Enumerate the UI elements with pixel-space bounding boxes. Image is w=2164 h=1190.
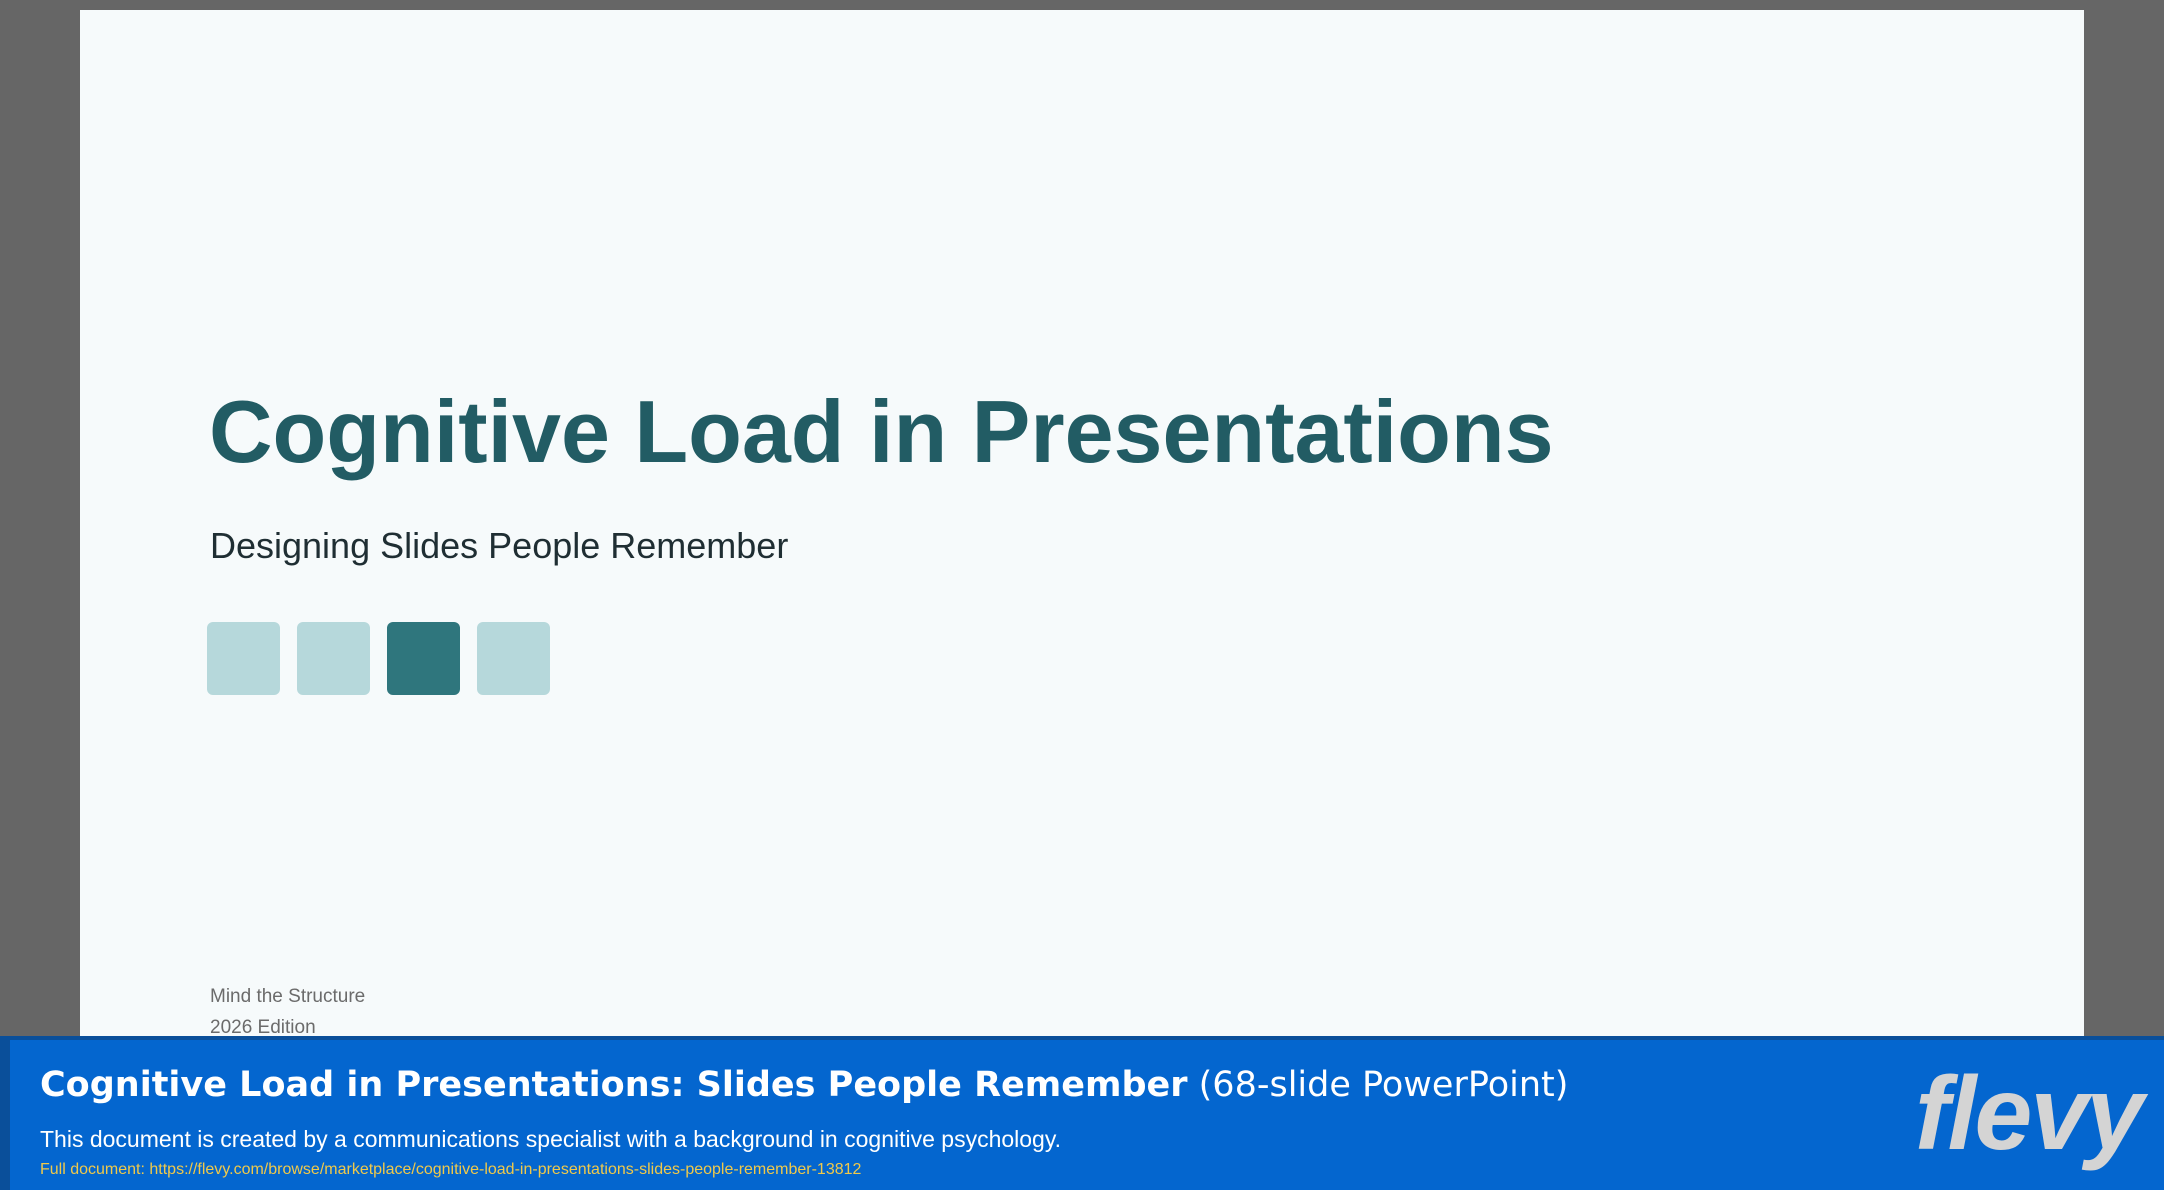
decorative-square-4	[477, 622, 550, 695]
banner-accent-edge	[0, 1040, 10, 1190]
slide-subtitle: Designing Slides People Remember	[210, 525, 789, 566]
banner-description: This document is created by a communicat…	[40, 1126, 1062, 1152]
flevy-logo[interactable]: flevy	[1915, 1062, 2144, 1166]
banner-heading: Cognitive Load in Presentations: Slides …	[40, 1064, 1568, 1106]
slide-title: Cognitive Load in Presentations	[209, 382, 1554, 481]
decorative-square-1	[207, 622, 280, 695]
document-info-banner: Cognitive Load in Presentations: Slides …	[0, 1036, 2164, 1190]
banner-slide-count: (68-slide PowerPoint)	[1198, 1065, 1569, 1105]
decorative-square-2	[297, 622, 370, 695]
banner-title: Cognitive Load in Presentations: Slides …	[40, 1065, 1188, 1105]
full-document-link[interactable]: Full document: https://flevy.com/browse/…	[40, 1161, 861, 1179]
slide-canvas: Cognitive Load in Presentations Designin…	[80, 10, 2084, 1040]
decorative-square-3	[387, 622, 460, 695]
slide-footer-series: Mind the Structure	[210, 986, 366, 1007]
